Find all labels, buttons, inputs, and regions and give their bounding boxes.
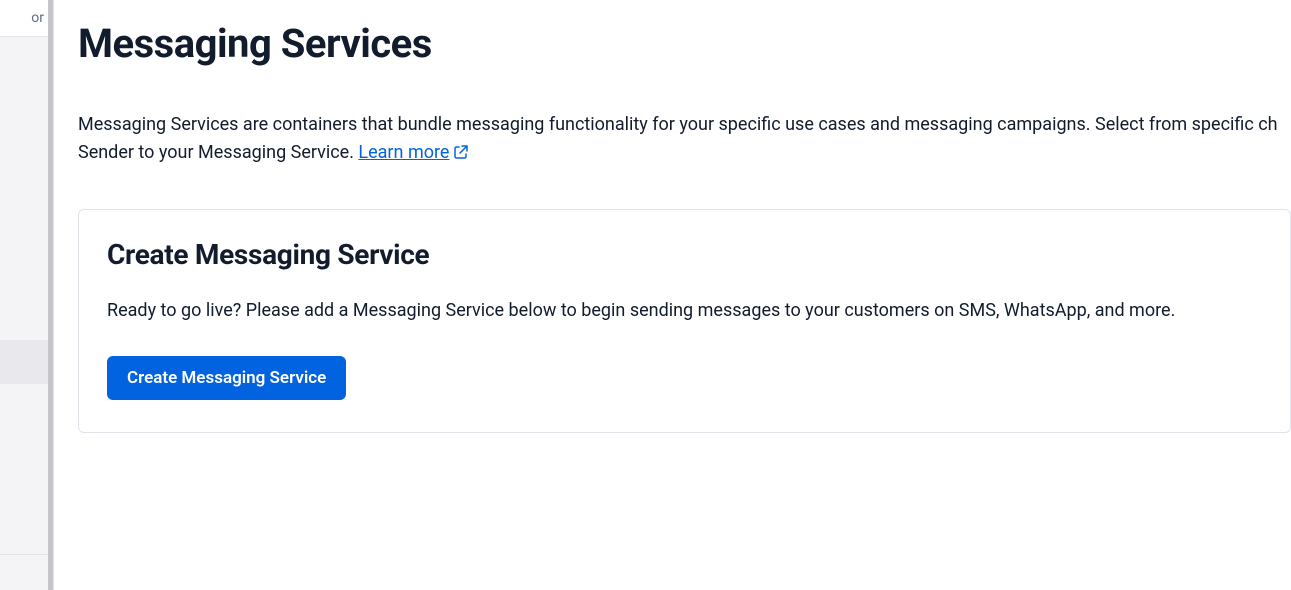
sidebar-nav-item-label-partial: or	[31, 10, 44, 26]
card-description: Ready to go live? Please add a Messaging…	[107, 297, 1262, 324]
sidebar-resize-handle[interactable]	[48, 0, 54, 590]
sidebar-edge: or	[0, 0, 48, 590]
card-title: Create Messaging Service	[107, 238, 1262, 271]
main-content: Messaging Services Messaging Services ar…	[78, 20, 1291, 433]
description-text-line2: Sender to your Messaging Service.	[78, 142, 358, 163]
sidebar-divider	[0, 554, 48, 555]
create-service-card: Create Messaging Service Ready to go liv…	[78, 209, 1291, 433]
sidebar-active-item[interactable]	[0, 340, 48, 384]
page-description: Messaging Services are containers that b…	[78, 111, 1291, 169]
sidebar-nav-item-partial[interactable]: or	[0, 0, 48, 37]
external-link-icon	[453, 141, 469, 169]
page-title: Messaging Services	[78, 20, 1291, 67]
create-messaging-service-button[interactable]: Create Messaging Service	[107, 356, 346, 400]
learn-more-label: Learn more	[358, 142, 449, 163]
description-text-line1: Messaging Services are containers that b…	[78, 114, 1278, 135]
learn-more-link[interactable]: Learn more	[358, 142, 469, 163]
